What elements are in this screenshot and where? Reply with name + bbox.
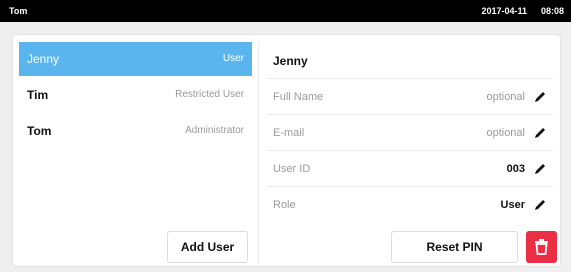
- pencil-icon[interactable]: [533, 90, 547, 104]
- current-user-label: Tom: [9, 6, 28, 16]
- field-label: User ID: [273, 163, 311, 175]
- field-value: 003: [506, 163, 525, 175]
- field-value: optional: [486, 127, 525, 139]
- panel-divider: [258, 43, 259, 264]
- time-label: 08:08: [540, 6, 564, 16]
- user-row-tom[interactable]: Tom Administrator: [19, 114, 252, 148]
- user-detail: Jenny Full Name optional E-mail optional…: [267, 43, 553, 223]
- add-user-button[interactable]: Add User: [167, 231, 248, 263]
- detail-title: Jenny: [267, 43, 553, 79]
- user-role: User: [222, 53, 244, 64]
- pencil-icon[interactable]: [533, 126, 547, 140]
- field-label: Role: [273, 199, 296, 211]
- field-role[interactable]: Role User: [267, 187, 553, 223]
- user-role: Restricted User: [175, 89, 244, 100]
- trash-icon: [535, 239, 548, 255]
- user-role: Administrator: [185, 125, 244, 136]
- user-name: Tim: [27, 88, 49, 102]
- field-label: E-mail: [273, 127, 305, 139]
- date-label: 2017-04-11: [481, 6, 527, 16]
- status-bar: Tom 2017-04-11 08:08: [0, 0, 571, 22]
- reset-pin-button[interactable]: Reset PIN: [391, 231, 518, 263]
- field-label: Full Name: [273, 91, 324, 103]
- user-name: Jenny: [27, 52, 60, 66]
- pencil-icon[interactable]: [533, 198, 547, 212]
- pencil-icon[interactable]: [533, 162, 547, 176]
- field-user-id[interactable]: User ID 003: [267, 151, 553, 187]
- field-value: optional: [486, 91, 525, 103]
- delete-user-button[interactable]: [526, 231, 557, 263]
- user-row-jenny[interactable]: Jenny User: [19, 42, 252, 76]
- user-row-tim[interactable]: Tim Restricted User: [19, 78, 252, 112]
- user-management-panel: Jenny User Tim Restricted User Tom Admin…: [12, 34, 561, 267]
- user-list: Jenny User Tim Restricted User Tom Admin…: [19, 42, 252, 150]
- field-email[interactable]: E-mail optional: [267, 115, 553, 151]
- user-name: Tom: [27, 124, 52, 138]
- field-full-name[interactable]: Full Name optional: [267, 79, 553, 115]
- field-value: User: [500, 199, 525, 211]
